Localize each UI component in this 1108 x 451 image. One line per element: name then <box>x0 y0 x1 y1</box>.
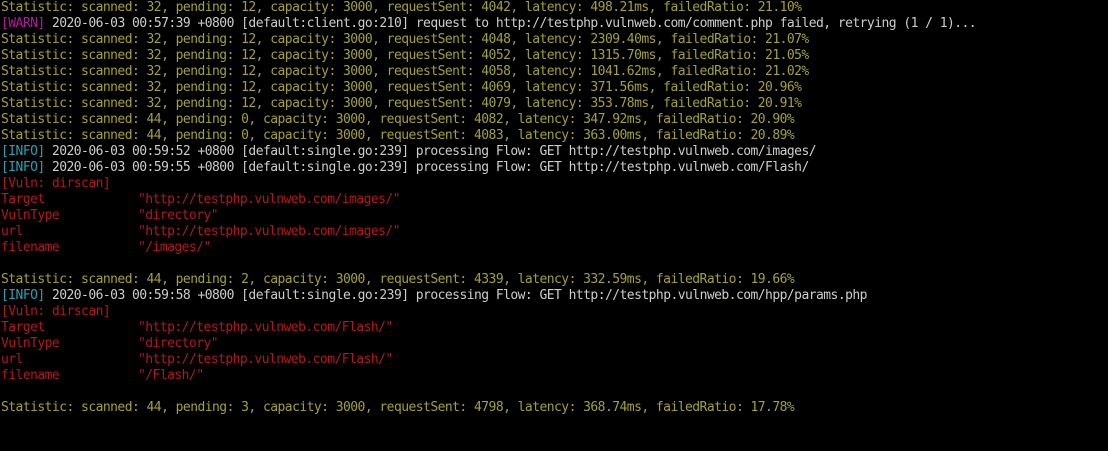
info-log-line: [INFO] 2020-06-03 00:59:55 +0800 [defaul… <box>1 160 1108 176</box>
vuln-detail-key: Target <box>1 320 45 335</box>
statistic-text: Statistic: scanned: 44, pending: 2, capa… <box>1 272 795 287</box>
vuln-detail-line: filename "/images/" <box>1 240 1108 256</box>
info-log-line: [INFO] 2020-06-03 00:59:52 +0800 [defaul… <box>1 144 1108 160</box>
vuln-detail-key: url <box>1 352 23 367</box>
statistic-line: Statistic: scanned: 32, pending: 12, cap… <box>1 80 1108 96</box>
statistic-text: Statistic: scanned: 32, pending: 12, cap… <box>1 64 809 79</box>
vuln-detail-value: "/Flash/" <box>138 368 204 383</box>
log-message: 2020-06-03 00:57:39 +0800 [default:clien… <box>44 16 977 31</box>
warn-log-line: [WARN] 2020-06-03 00:57:39 +0800 [defaul… <box>1 16 1108 32</box>
statistic-line: Statistic: scanned: 32, pending: 12, cap… <box>1 0 1108 16</box>
vuln-detail-key: filename <box>1 368 60 383</box>
statistic-line: Statistic: scanned: 44, pending: 0, capa… <box>1 112 1108 128</box>
vuln-detail-line: filename "/Flash/" <box>1 368 1108 384</box>
vuln-detail-line: VulnType "directory" <box>1 336 1108 352</box>
vuln-detail-key: url <box>1 224 23 239</box>
info-tag: [INFO] <box>1 160 45 175</box>
info-log-line: [INFO] 2020-06-03 00:59:58 +0800 [defaul… <box>1 288 1108 304</box>
statistic-line: Statistic: scanned: 44, pending: 3, capa… <box>1 400 1108 416</box>
log-message: 2020-06-03 00:59:55 +0800 [default:singl… <box>44 160 809 175</box>
vuln-detail-line: VulnType "directory" <box>1 208 1108 224</box>
statistic-line: Statistic: scanned: 32, pending: 12, cap… <box>1 48 1108 64</box>
statistic-text: Statistic: scanned: 32, pending: 12, cap… <box>1 32 809 47</box>
statistic-line: Statistic: scanned: 32, pending: 12, cap… <box>1 32 1108 48</box>
statistic-text: Statistic: scanned: 32, pending: 12, cap… <box>1 0 802 15</box>
vuln-detail-key: filename <box>1 240 60 255</box>
vuln-detail-value: "http://testphp.vulnweb.com/images/" <box>138 224 401 239</box>
vuln-detail-value: "http://testphp.vulnweb.com/Flash/" <box>138 320 393 335</box>
statistic-line: Statistic: scanned: 44, pending: 0, capa… <box>1 128 1108 144</box>
vuln-detail-line: url "http://testphp.vulnweb.com/images/" <box>1 224 1108 240</box>
info-tag: [INFO] <box>1 288 45 303</box>
vuln-detail-key: Target <box>1 192 45 207</box>
vuln-header: [Vuln: dirscan] <box>1 304 111 319</box>
vuln-header-line: [Vuln: dirscan] <box>1 176 1108 192</box>
vuln-detail-key: VulnType <box>1 208 60 223</box>
statistic-line: Statistic: scanned: 32, pending: 12, cap… <box>1 96 1108 112</box>
vuln-detail-line: url "http://testphp.vulnweb.com/Flash/" <box>1 352 1108 368</box>
terminal-output[interactable]: Statistic: scanned: 32, pending: 12, cap… <box>0 0 1108 451</box>
vuln-detail-line: Target "http://testphp.vulnweb.com/images… <box>1 192 1108 208</box>
statistic-text: Statistic: scanned: 32, pending: 12, cap… <box>1 96 802 111</box>
statistic-text: Statistic: scanned: 32, pending: 12, cap… <box>1 48 809 63</box>
vuln-detail-value: "http://testphp.vulnweb.com/images/" <box>138 192 401 207</box>
vuln-header: [Vuln: dirscan] <box>1 176 111 191</box>
vuln-detail-value: "directory" <box>138 208 219 223</box>
statistic-text: Statistic: scanned: 32, pending: 12, cap… <box>1 80 802 95</box>
statistic-line: Statistic: scanned: 32, pending: 12, cap… <box>1 64 1108 80</box>
log-message: 2020-06-03 00:59:52 +0800 [default:singl… <box>44 144 817 159</box>
statistic-line: Statistic: scanned: 44, pending: 2, capa… <box>1 272 1108 288</box>
statistic-text: Statistic: scanned: 44, pending: 0, capa… <box>1 128 795 143</box>
warn-tag: [WARN] <box>1 16 45 31</box>
vuln-detail-line: Target "http://testphp.vulnweb.com/Flash/… <box>1 320 1108 336</box>
log-message: 2020-06-03 00:59:58 +0800 [default:singl… <box>44 288 868 303</box>
statistic-text: Statistic: scanned: 44, pending: 0, capa… <box>1 112 795 127</box>
statistic-text: Statistic: scanned: 44, pending: 3, capa… <box>1 400 795 415</box>
vuln-detail-value: "/images/" <box>138 240 211 255</box>
vuln-header-line: [Vuln: dirscan] <box>1 304 1108 320</box>
info-tag: [INFO] <box>1 144 45 159</box>
vuln-detail-key: VulnType <box>1 336 60 351</box>
vuln-detail-value: "http://testphp.vulnweb.com/Flash/" <box>138 352 393 367</box>
vuln-detail-value: "directory" <box>138 336 219 351</box>
